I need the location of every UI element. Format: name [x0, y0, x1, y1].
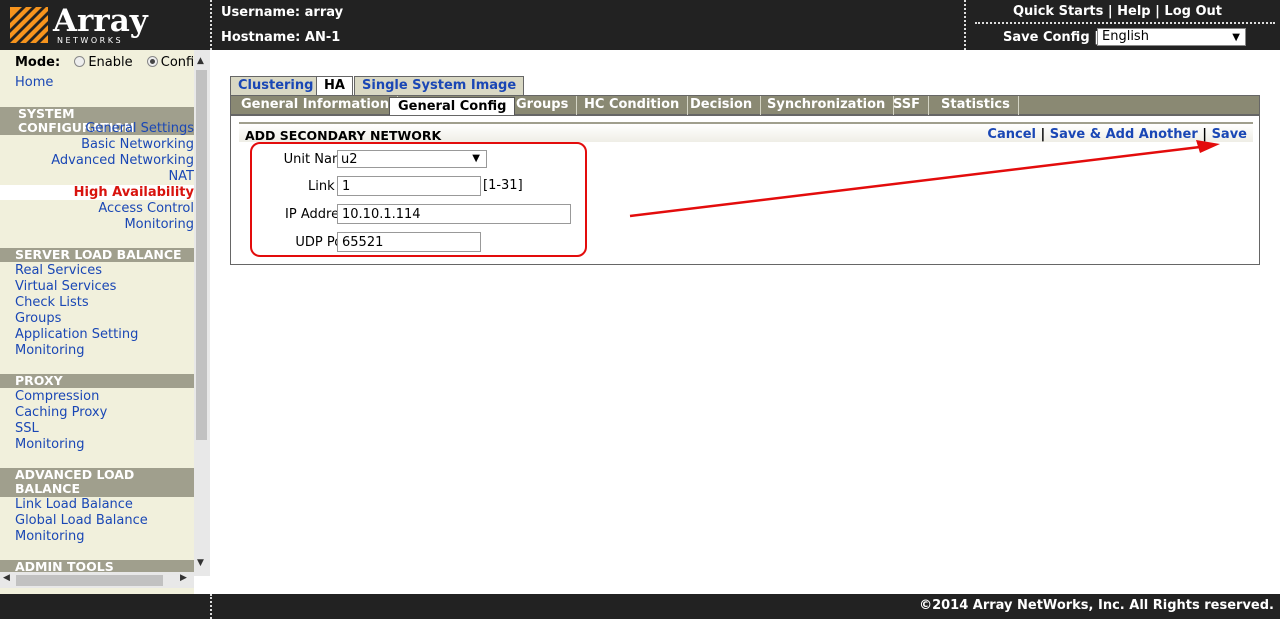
footer-left-bar [0, 594, 211, 619]
footer-divider [210, 594, 212, 619]
footer: ©2014 Array NetWorks, Inc. All Rights re… [211, 594, 1280, 619]
red-annotation-arrow [629, 140, 1220, 218]
copyright-text: ©2014 Array NetWorks, Inc. All Rights re… [919, 598, 1274, 613]
